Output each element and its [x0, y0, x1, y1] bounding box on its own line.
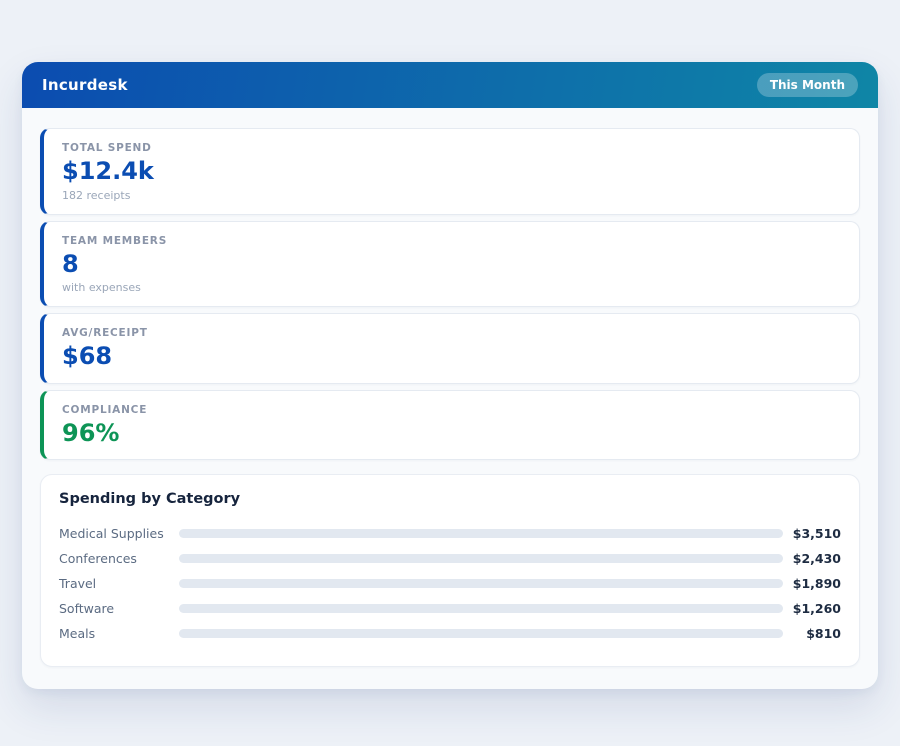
chart-bar-track — [179, 604, 783, 613]
chart-row: Conferences $2,430 — [59, 546, 841, 571]
chart-row-label: Medical Supplies — [59, 526, 179, 541]
chart-row-label: Conferences — [59, 551, 179, 566]
stats-list: TOTAL SPEND $12.4k 182 receipts TEAM MEM… — [40, 128, 860, 460]
chart-row-value: $1,890 — [783, 576, 841, 591]
stat-label: COMPLIANCE — [62, 404, 841, 416]
stat-value: 96% — [62, 420, 841, 448]
chart-row-value: $810 — [783, 626, 841, 641]
chart-row-label: Meals — [59, 626, 179, 641]
chart-row-label: Software — [59, 601, 179, 616]
panel-body: TOTAL SPEND $12.4k 182 receipts TEAM MEM… — [22, 108, 878, 689]
dashboard-panel: Incurdesk This Month TOTAL SPEND $12.4k … — [22, 62, 878, 689]
spending-chart-card: Spending by Category Medical Supplies $3… — [40, 474, 860, 667]
stat-value: $68 — [62, 343, 841, 371]
chart-row: Travel $1,890 — [59, 571, 841, 596]
chart-row-value: $1,260 — [783, 601, 841, 616]
chart-row: Software $1,260 — [59, 596, 841, 621]
chart-bar-track — [179, 554, 783, 563]
stat-card: COMPLIANCE 96% — [40, 390, 860, 461]
period-badge[interactable]: This Month — [757, 73, 858, 97]
page-background: Incurdesk This Month TOTAL SPEND $12.4k … — [0, 0, 900, 746]
stat-label: TEAM MEMBERS — [62, 235, 841, 247]
stat-card: TOTAL SPEND $12.4k 182 receipts — [40, 128, 860, 215]
stat-label: AVG/RECEIPT — [62, 327, 841, 339]
chart-row-label: Travel — [59, 576, 179, 591]
stat-sub: with expenses — [62, 281, 841, 294]
stat-label: TOTAL SPEND — [62, 142, 841, 154]
chart-row-value: $2,430 — [783, 551, 841, 566]
app-title: Incurdesk — [42, 76, 128, 94]
stat-value: $12.4k — [62, 158, 841, 186]
stat-value: 8 — [62, 251, 841, 279]
stat-card: AVG/RECEIPT $68 — [40, 313, 860, 384]
chart-bar-track — [179, 579, 783, 588]
app-header: Incurdesk This Month — [22, 62, 878, 108]
stat-card: TEAM MEMBERS 8 with expenses — [40, 221, 860, 308]
chart-row-value: $3,510 — [783, 526, 841, 541]
chart-bar-track — [179, 529, 783, 538]
chart-rows: Medical Supplies $3,510 Conferences $2,4… — [59, 521, 841, 646]
chart-bar-track — [179, 629, 783, 638]
chart-title: Spending by Category — [59, 491, 841, 507]
chart-row: Medical Supplies $3,510 — [59, 521, 841, 546]
chart-row: Meals $810 — [59, 621, 841, 646]
stat-sub: 182 receipts — [62, 189, 841, 202]
